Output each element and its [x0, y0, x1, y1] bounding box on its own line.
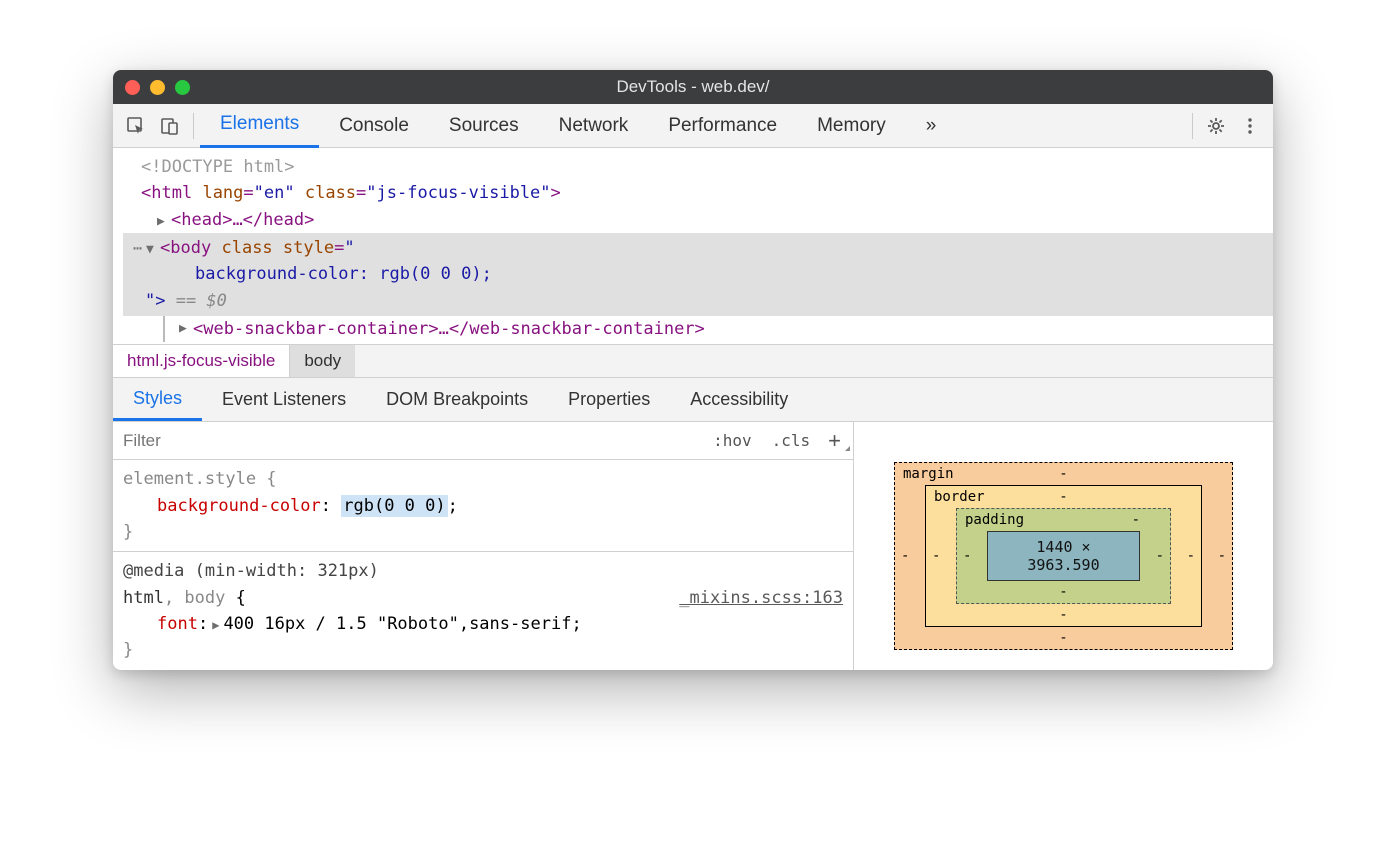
box-model-pane: margin - - - - border - - - - padding - — [853, 422, 1273, 669]
css-property-name[interactable]: font — [157, 614, 198, 634]
toolbar: Elements Console Sources Network Perform… — [113, 104, 1273, 148]
subtabs: Styles Event Listeners DOM Breakpoints P… — [113, 378, 1273, 422]
dom-tree[interactable]: <!DOCTYPE html> <html lang="en" class="j… — [113, 148, 1273, 344]
subtab-dom-breakpoints[interactable]: DOM Breakpoints — [366, 378, 548, 421]
box-model[interactable]: margin - - - - border - - - - padding - — [894, 462, 1233, 669]
subtab-accessibility[interactable]: Accessibility — [670, 378, 808, 421]
crumb-html[interactable]: html.js-focus-visible — [113, 345, 290, 377]
traffic-lights — [125, 80, 190, 95]
filter-row: :hov .cls + — [113, 422, 853, 460]
style-rule-media[interactable]: @media (min-width: 321px) html, body {_m… — [113, 552, 853, 669]
main-tabs: Elements Console Sources Network Perform… — [200, 104, 1186, 148]
style-rule-element-style[interactable]: element.style { background-color: rgb(0 … — [113, 460, 853, 552]
gear-icon[interactable] — [1199, 109, 1233, 143]
box-model-margin[interactable]: margin - - - - border - - - - padding - — [894, 462, 1233, 650]
window-title: DevTools - web.dev/ — [113, 77, 1273, 97]
separator — [1192, 113, 1193, 139]
devtools-window: DevTools - web.dev/ Elements Console Sou… — [113, 70, 1273, 670]
subtab-styles[interactable]: Styles — [113, 378, 202, 421]
media-query: @media (min-width: 321px) — [123, 558, 843, 584]
styles-body: :hov .cls + element.style { background-c… — [113, 422, 1273, 669]
dom-html-element[interactable]: <html lang="en" class="js-focus-visible"… — [123, 180, 1273, 206]
subtab-event-listeners[interactable]: Event Listeners — [202, 378, 366, 421]
expand-shorthand-icon[interactable]: ▶ — [208, 618, 223, 632]
new-style-rule-button[interactable]: + — [820, 428, 853, 454]
selector: element.style { — [123, 469, 277, 489]
separator — [193, 113, 194, 139]
inspect-element-icon[interactable] — [119, 109, 153, 143]
ellipsis-icon[interactable]: ⋯ — [133, 239, 146, 257]
css-property-name[interactable]: background-color — [157, 496, 321, 516]
tab-sources[interactable]: Sources — [429, 104, 539, 148]
styles-left-pane: :hov .cls + element.style { background-c… — [113, 422, 853, 669]
titlebar: DevTools - web.dev/ — [113, 70, 1273, 104]
box-model-padding[interactable]: padding - - - - 1440 × 3963.590 — [956, 508, 1171, 604]
css-property-value-highlighted[interactable]: rgb(0 0 0) — [341, 495, 447, 517]
tab-console[interactable]: Console — [319, 104, 429, 148]
tab-network[interactable]: Network — [539, 104, 649, 148]
filter-input[interactable] — [113, 431, 703, 451]
inline-style-value[interactable]: background-color: rgb(0 0 0); — [195, 264, 492, 284]
box-model-border[interactable]: border - - - - padding - - - - 1440 × 39… — [925, 485, 1202, 627]
dollar-zero: == $0 — [176, 291, 227, 311]
css-property-value[interactable]: 400 16px / 1.5 "Roboto",sans-serif — [223, 614, 571, 634]
breadcrumb: html.js-focus-visible body — [113, 344, 1273, 378]
tab-memory[interactable]: Memory — [797, 104, 906, 148]
collapse-arrow-icon[interactable]: ▼ — [146, 240, 160, 260]
crumb-body[interactable]: body — [290, 345, 355, 377]
toolbar-right — [1186, 109, 1267, 143]
dom-snackbar-element[interactable]: ▶<web-snackbar-container>…</web-snackbar… — [123, 316, 1273, 342]
tab-performance[interactable]: Performance — [648, 104, 797, 148]
dom-body-element-selected[interactable]: ⋯▼<body class style=" background-color: … — [123, 233, 1273, 316]
box-model-content[interactable]: 1440 × 3963.590 — [987, 531, 1140, 581]
source-link[interactable]: _mixins.scss:163 — [679, 585, 843, 611]
device-toolbar-icon[interactable] — [153, 109, 187, 143]
expand-arrow-icon[interactable]: ▶ — [179, 319, 193, 339]
kebab-menu-icon[interactable] — [1233, 109, 1267, 143]
cls-toggle[interactable]: .cls — [762, 431, 821, 450]
zoom-window-button[interactable] — [175, 80, 190, 95]
minimize-window-button[interactable] — [150, 80, 165, 95]
hov-toggle[interactable]: :hov — [703, 431, 762, 450]
tab-elements[interactable]: Elements — [200, 104, 319, 148]
expand-arrow-icon[interactable]: ▶ — [157, 212, 171, 232]
dom-doctype[interactable]: <!DOCTYPE html> — [123, 154, 1273, 180]
subtab-properties[interactable]: Properties — [548, 378, 670, 421]
close-window-button[interactable] — [125, 80, 140, 95]
dom-head-element[interactable]: ▶<head>…</head> — [123, 207, 1273, 233]
tab-more[interactable]: » — [906, 104, 957, 148]
